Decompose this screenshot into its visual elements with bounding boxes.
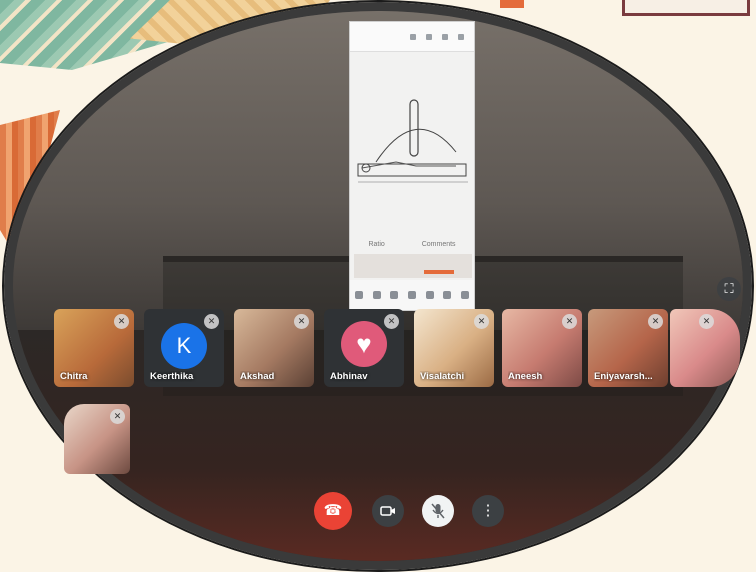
shared-screen-labels: Ratio Comments xyxy=(350,237,474,251)
fullscreen-icon[interactable]: ⛶ xyxy=(717,277,741,301)
participant-name: Eniyavarsh... xyxy=(594,371,653,382)
participant-tile[interactable]: ✕ Aneesh xyxy=(502,309,582,387)
participant-name: Akshad xyxy=(240,371,275,382)
mic-toggle-button[interactable] xyxy=(422,495,454,527)
shared-screen-label-right: Comments xyxy=(421,240,456,248)
mic-off-icon: ✕ xyxy=(294,314,309,329)
mic-off-icon: ✕ xyxy=(648,314,663,329)
mic-off-icon: ✕ xyxy=(384,314,399,329)
shared-screen-toolbar xyxy=(350,22,474,52)
participant-tile[interactable]: K ✕ Keerthika xyxy=(144,309,224,387)
participant-tile[interactable]: ♥ ✕ Abhinav xyxy=(324,309,404,387)
mic-off-icon: ✕ xyxy=(110,409,125,424)
mic-off-icon: ✕ xyxy=(204,314,219,329)
mic-off-icon: ✕ xyxy=(562,314,577,329)
mic-off-icon: ✕ xyxy=(114,314,129,329)
shared-screen[interactable]: Ratio Comments xyxy=(349,21,475,311)
end-call-button[interactable]: ☎ xyxy=(314,492,352,530)
video-call-viewport: Ratio Comments ⛶ xyxy=(4,2,752,570)
background-art-dot xyxy=(500,0,524,8)
participant-tile[interactable]: ✕ xyxy=(64,404,130,474)
more-options-button[interactable]: ⋮ xyxy=(472,495,504,527)
participant-tile[interactable]: ✕ Chitra xyxy=(54,309,134,387)
participant-tile[interactable]: ✕ xyxy=(670,309,740,387)
yoga-pose-drawing xyxy=(357,99,468,183)
participant-name: Chitra xyxy=(60,371,88,382)
participant-name: Visalatchi xyxy=(420,371,465,382)
participant-name: Keerthika xyxy=(150,371,194,382)
shared-screen-thumbnails xyxy=(354,254,472,278)
camera-toggle-button[interactable] xyxy=(372,495,404,527)
shared-screen-bottom-bar xyxy=(350,280,474,310)
video-camera-icon xyxy=(380,506,395,516)
mic-off-icon xyxy=(431,503,445,519)
participant-tile[interactable]: ✕ Akshad xyxy=(234,309,314,387)
phone-hangup-icon: ☎ xyxy=(323,502,343,519)
heart-avatar-icon: ♥ xyxy=(341,321,387,367)
participant-name: Aneesh xyxy=(508,371,543,382)
participant-name: Abhinav xyxy=(330,371,368,382)
shared-screen-label-left: Ratio xyxy=(368,240,385,248)
mic-off-icon: ✕ xyxy=(699,314,714,329)
more-vert-icon: ⋮ xyxy=(480,502,496,519)
participant-tile[interactable]: ✕ Eniyavarsh... xyxy=(588,309,668,387)
mic-off-icon: ✕ xyxy=(474,314,489,329)
participant-tile[interactable]: ✕ Visalatchi xyxy=(414,309,494,387)
avatar: K xyxy=(161,323,207,369)
